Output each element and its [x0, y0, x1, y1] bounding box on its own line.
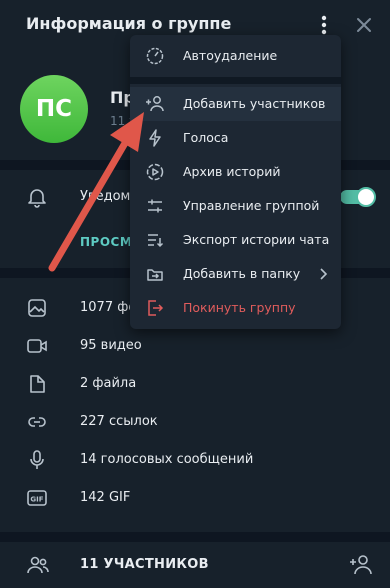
menu-item-label: Автоудаление [183, 48, 278, 63]
media-label: 95 видео [80, 338, 142, 353]
members-count-label: 11 УЧАСТНИКОВ [80, 557, 209, 572]
gif-icon: GIF [26, 487, 48, 509]
bell-icon [26, 186, 48, 208]
media-row-videos[interactable]: 95 видео [0, 327, 390, 365]
menu-item-label: Экспорт истории чата [183, 232, 330, 247]
members-row[interactable]: 11 УЧАСТНИКОВ [0, 542, 390, 588]
media-row-files[interactable]: 2 файла [0, 365, 390, 403]
media-label: 227 ссылок [80, 414, 158, 429]
media-row-voice[interactable]: 14 голосовых сообщений [0, 441, 390, 479]
menu-item-auto-delete[interactable]: Автоудаление [130, 39, 341, 73]
menu-item-voice[interactable]: Голоса [130, 121, 341, 155]
leave-icon [145, 298, 165, 318]
media-label: 2 файла [80, 376, 137, 391]
notifications-toggle[interactable] [340, 187, 376, 207]
menu-item-export-history[interactable]: Экспорт истории чата [130, 223, 341, 257]
photo-icon [26, 297, 48, 319]
close-icon[interactable] [352, 12, 376, 38]
menu-item-label: Голоса [183, 130, 229, 145]
media-label: 14 голосовых сообщений [80, 452, 254, 467]
menu-item-label: Добавить участников [183, 96, 326, 111]
group-info-panel: Информация о группе ПС Пр 11 у Уведомл П… [0, 0, 390, 588]
page-title: Информация о группе [26, 14, 232, 33]
file-icon [26, 373, 48, 395]
avatar[interactable]: ПС [20, 75, 88, 143]
menu-item-label: Управление группой [183, 198, 320, 213]
toggle-knob [356, 187, 376, 207]
media-label: 142 GIF [80, 490, 131, 505]
menu-item-leave-group[interactable]: Покинуть группу [130, 291, 341, 325]
menu-item-label: Добавить в папку [183, 266, 301, 281]
link-icon [26, 411, 48, 433]
users-icon [26, 554, 50, 576]
sliders-icon [145, 196, 165, 216]
menu-separator [130, 77, 341, 84]
menu-item-label: Архив историй [183, 164, 281, 179]
menu-item-story-archive[interactable]: Архив историй [130, 155, 341, 189]
export-icon [145, 230, 165, 250]
lightning-icon [145, 128, 165, 148]
folder-add-icon [145, 264, 165, 284]
menu-item-add-to-folder[interactable]: Добавить в папку [130, 257, 341, 291]
add-user-icon [145, 94, 165, 114]
section-divider [0, 532, 390, 542]
add-user-icon[interactable] [348, 553, 374, 577]
group-options-menu: Автоудаление Добавить участников Голоса [130, 35, 341, 329]
media-row-links[interactable]: 227 ссылок [0, 403, 390, 441]
svg-text:GIF: GIF [30, 496, 43, 504]
microphone-icon [26, 449, 48, 471]
menu-item-add-members[interactable]: Добавить участников [130, 87, 341, 121]
chevron-right-icon [318, 267, 328, 281]
story-archive-icon [145, 162, 165, 182]
menu-item-label: Покинуть группу [183, 300, 296, 315]
media-row-gifs[interactable]: GIF 142 GIF [0, 479, 390, 517]
video-icon [26, 335, 48, 357]
menu-item-manage-group[interactable]: Управление группой [130, 189, 341, 223]
timer-icon [145, 46, 165, 66]
